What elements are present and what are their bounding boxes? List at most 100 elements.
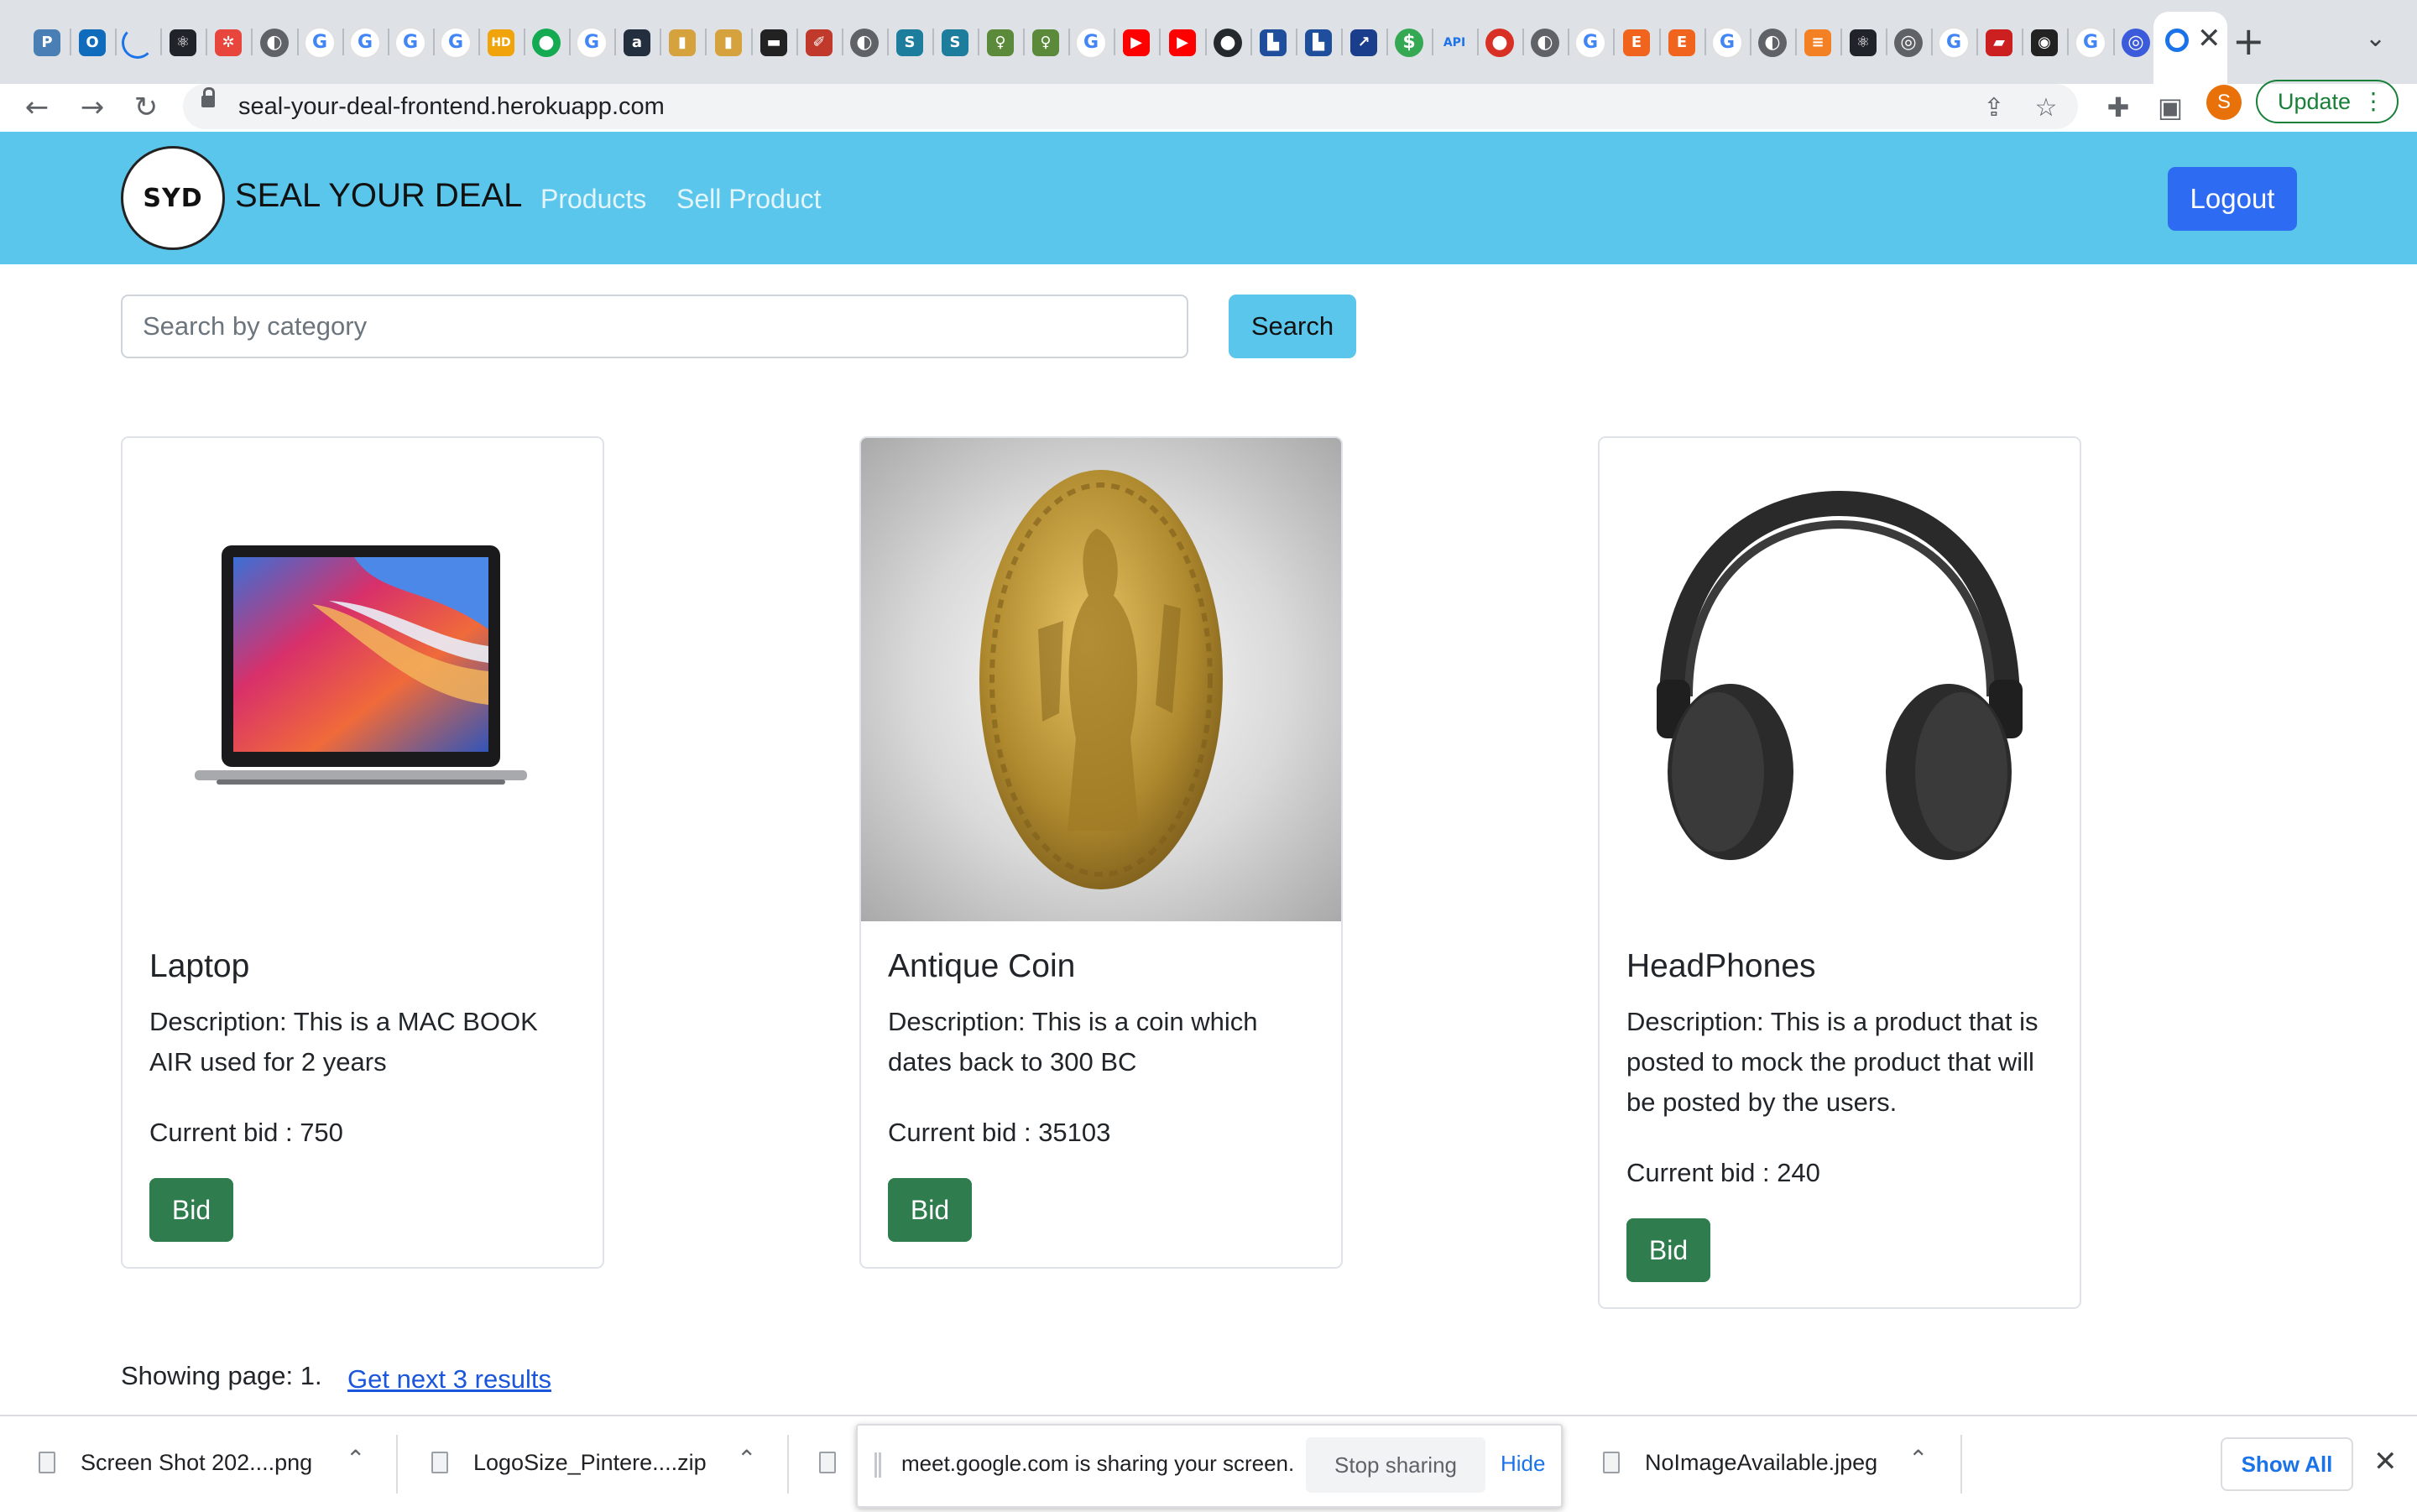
side-panel-icon[interactable]: ▣ [2150, 87, 2190, 128]
update-button[interactable]: Update ⋮ [2256, 80, 2399, 123]
tab-divider [1114, 29, 1115, 55]
shopping-bag-icon[interactable]: ▮ [710, 24, 747, 61]
download-item[interactable]: NoImageAvailable.jpeg ⌃ [1569, 1416, 1964, 1512]
chevron-up-icon[interactable]: ⌃ [1908, 1445, 1928, 1473]
more-vertical-icon: ⋮ [2362, 87, 2385, 115]
record-icon[interactable]: ● [1481, 24, 1518, 61]
mongodb-icon[interactable]: ● [528, 24, 565, 61]
globe-icon[interactable]: ◐ [1527, 24, 1563, 61]
hd-icon[interactable]: HD [483, 24, 519, 61]
globe-icon[interactable]: ◐ [846, 24, 883, 61]
google-icon[interactable]: G [301, 24, 338, 61]
chrome-icon[interactable]: ◎ [1890, 24, 1927, 61]
red-app-icon[interactable]: ▰ [1981, 24, 2018, 61]
dollar-icon[interactable]: $ [1391, 24, 1428, 61]
shopping-bag-icon[interactable]: ▮ [664, 24, 701, 61]
address-bar[interactable]: seal-your-deal-frontend.herokuapp.com ⇪ … [183, 84, 2078, 129]
download-item[interactable] [789, 1416, 856, 1512]
hide-button[interactable]: Hide [1501, 1451, 1545, 1477]
logout-button[interactable]: Logout [2168, 167, 2297, 231]
chevron-up-icon[interactable]: ⌃ [346, 1445, 365, 1473]
google-icon[interactable]: G [437, 24, 474, 61]
lock-icon[interactable] [201, 87, 215, 107]
globe-icon[interactable]: ◐ [256, 24, 293, 61]
site-logo[interactable]: SYD [121, 146, 225, 250]
back-arrow-icon[interactable]: ← [17, 87, 57, 128]
search-button[interactable]: Search [1229, 295, 1356, 358]
download-item[interactable]: LogoSize_Pintere....zip ⌃ [398, 1416, 786, 1512]
share-icon[interactable]: ⇪ [1976, 89, 2012, 126]
extensions-puzzle-icon[interactable]: ✚ [2098, 87, 2138, 128]
tab-search-chevron-icon[interactable]: ⌄ [2365, 23, 2386, 53]
chevron-up-icon[interactable]: ⌃ [737, 1445, 756, 1473]
search-input[interactable] [121, 295, 1188, 358]
product-title: Antique Coin [888, 948, 1076, 984]
etsy-icon[interactable]: E [1618, 24, 1655, 61]
google-icon[interactable]: G [392, 24, 429, 61]
reload-icon[interactable]: ↻ [126, 87, 166, 128]
drag-handle-icon[interactable] [874, 1452, 881, 1478]
site-header: SYD SEAL YOUR DEAL Products Sell Product… [0, 132, 2417, 264]
cat-icon[interactable]: ◉ [2026, 24, 2063, 61]
feather-icon[interactable]: ✐ [801, 24, 838, 61]
bid-button[interactable]: Bid [149, 1178, 233, 1242]
api-icon[interactable]: API [1436, 24, 1473, 61]
bid-button[interactable]: Bid [888, 1178, 972, 1242]
close-icon[interactable]: ✕ [2197, 22, 2221, 55]
tab-divider [524, 29, 525, 55]
pinterest-like-icon[interactable]: P [29, 24, 65, 61]
close-icon[interactable]: ✕ [2373, 1445, 2398, 1478]
product-title: Laptop [149, 948, 250, 984]
stripe-like-icon[interactable]: S [891, 24, 928, 61]
file-icon [819, 1452, 836, 1473]
stripe-like-icon[interactable]: S [937, 24, 974, 61]
amazon-icon[interactable]: a [619, 24, 655, 61]
google-icon[interactable]: G [1709, 24, 1746, 61]
brand-name[interactable]: SEAL YOUR DEAL [235, 177, 522, 215]
nav-sell-product[interactable]: Sell Product [676, 184, 822, 215]
github-icon[interactable]: ● [1209, 24, 1246, 61]
outlook-icon[interactable]: O [74, 24, 111, 61]
youtube-icon[interactable]: ▶ [1164, 24, 1201, 61]
forward-arrow-icon[interactable]: → [72, 87, 112, 128]
google-icon[interactable]: G [1935, 24, 1972, 61]
file-icon [431, 1452, 448, 1473]
circle-app-icon[interactable]: ◎ [2117, 24, 2154, 61]
stackoverflow-icon[interactable]: ≡ [1799, 24, 1836, 61]
file-icon [1603, 1452, 1620, 1473]
youtube-icon[interactable]: ▶ [1118, 24, 1155, 61]
google-icon[interactable]: G [1572, 24, 1609, 61]
browser-toolbar: ← → ↻ seal-your-deal-frontend.herokuapp.… [0, 84, 2417, 131]
react-icon[interactable]: ⚛ [1845, 24, 1882, 61]
tab-divider [388, 29, 389, 55]
bookmark-star-icon[interactable]: ☆ [2028, 89, 2065, 126]
download-item[interactable]: Screen Shot 202....png ⌃ [0, 1416, 394, 1512]
arrow-icon[interactable]: ↗ [1345, 24, 1382, 61]
key-icon[interactable]: ♀ [982, 24, 1019, 61]
google-icon[interactable]: G [347, 24, 384, 61]
briefcase-icon[interactable]: ▬ [755, 24, 792, 61]
google-icon[interactable]: G [2072, 24, 2109, 61]
globe-icon[interactable]: ◐ [1754, 24, 1791, 61]
tab-divider [1795, 29, 1797, 55]
file-icon [39, 1452, 55, 1473]
update-label: Update [2278, 88, 2352, 114]
loading-icon[interactable] [119, 24, 156, 61]
etsy-icon[interactable]: E [1663, 24, 1700, 61]
bid-button[interactable]: Bid [1626, 1218, 1710, 1282]
nav-products[interactable]: Products [540, 184, 646, 215]
google-icon[interactable]: G [1073, 24, 1109, 61]
new-tab-icon[interactable]: + [2232, 18, 2265, 64]
key-icon[interactable]: ♀ [1027, 24, 1064, 61]
chart-icon[interactable]: ▙ [1300, 24, 1337, 61]
active-tab[interactable]: ✕ [2153, 12, 2227, 84]
next-results-link[interactable]: Get next 3 results [347, 1364, 551, 1395]
react-icon[interactable]: ⚛ [164, 24, 201, 61]
profile-avatar[interactable]: S [2206, 85, 2242, 120]
chart-icon[interactable]: ▙ [1255, 24, 1292, 61]
url-text[interactable]: seal-your-deal-frontend.herokuapp.com [238, 93, 665, 121]
app-icon[interactable]: ✲ [210, 24, 247, 61]
stop-sharing-button[interactable]: Stop sharing [1306, 1437, 1485, 1493]
show-all-downloads-button[interactable]: Show All [2221, 1437, 2353, 1491]
google-icon[interactable]: G [573, 24, 610, 61]
